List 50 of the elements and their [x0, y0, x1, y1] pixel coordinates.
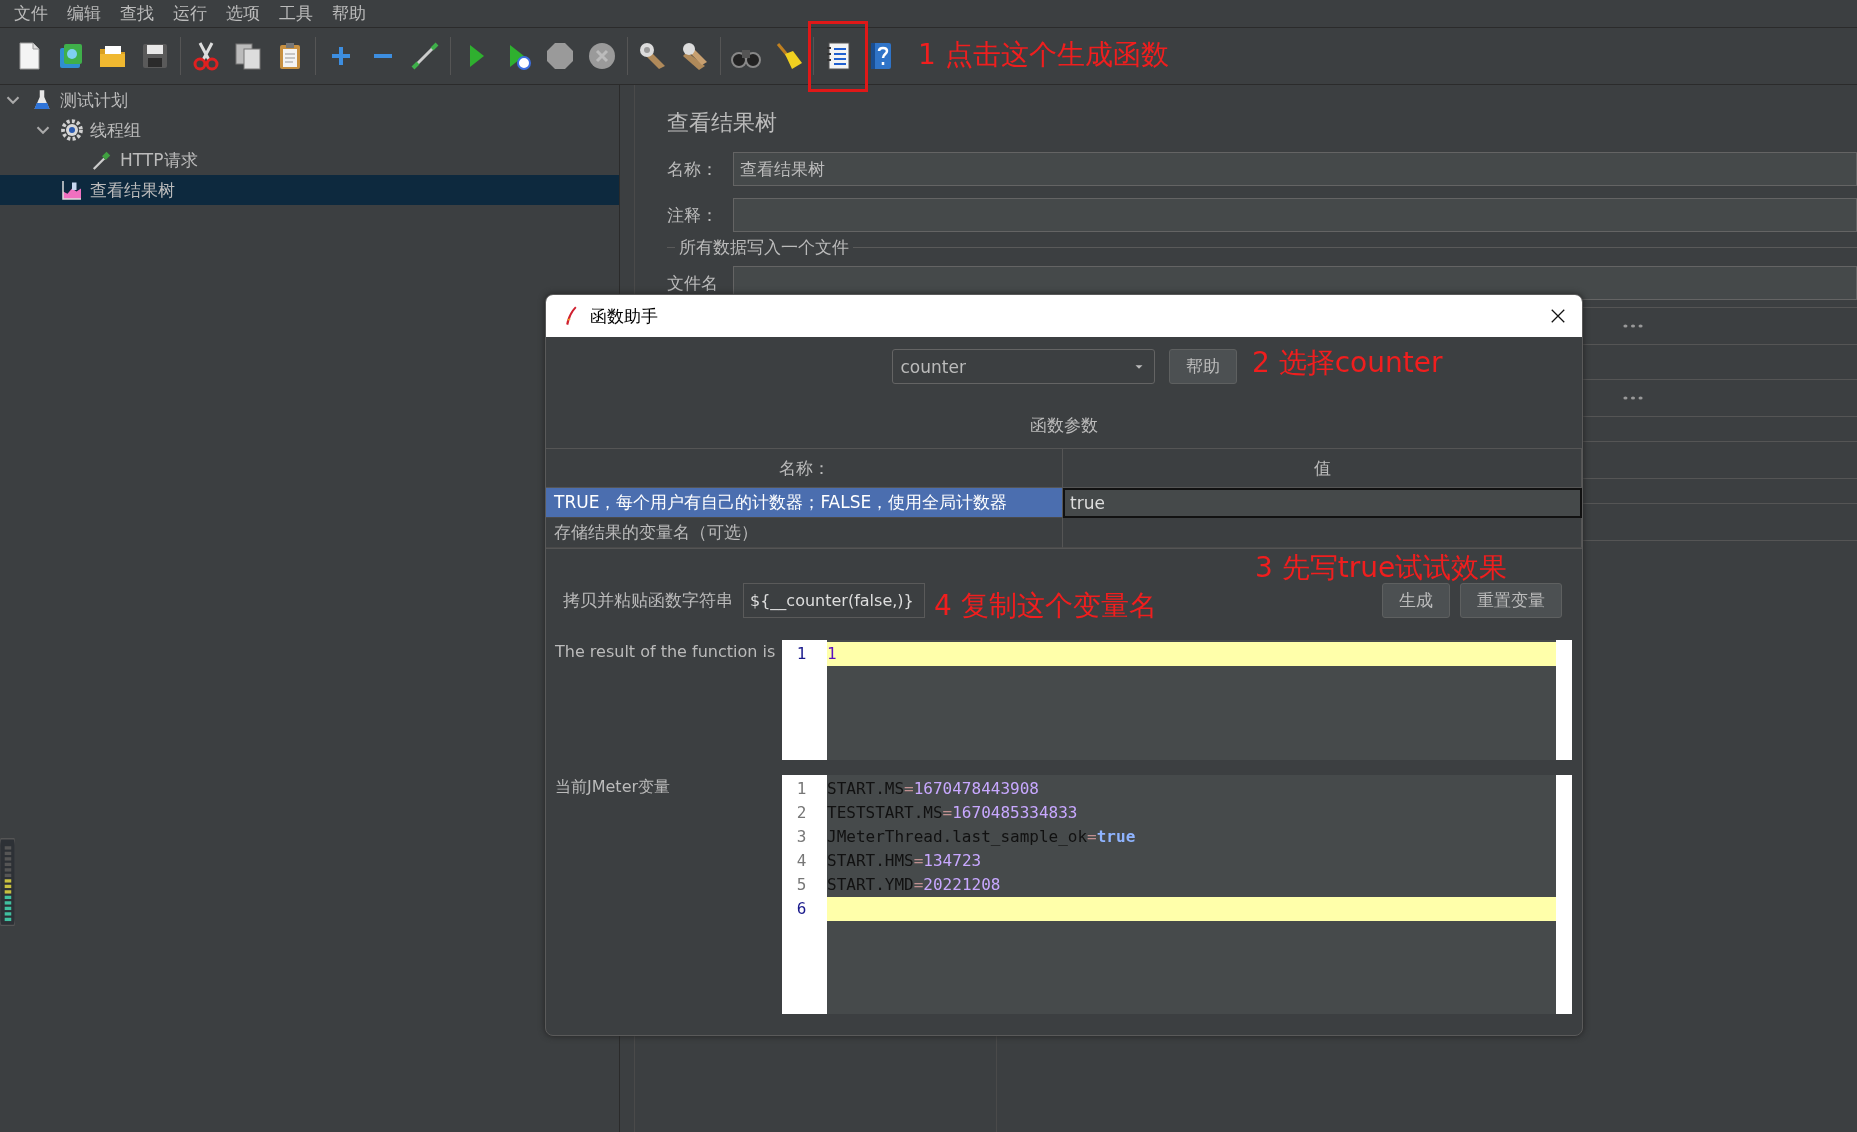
result-editor[interactable]: 1 1	[782, 640, 1572, 760]
dialog-title: 函数助手	[590, 304, 659, 328]
tree-item[interactable]: 查看结果树	[0, 175, 619, 205]
table-cell[interactable]: 存储结果的变量名（可选）	[546, 518, 1063, 548]
annotation-text: 4 复制这个变量名	[934, 588, 1157, 624]
tree-item[interactable]: HTTP请求	[0, 145, 619, 175]
group-title: 所有数据写入一个文件	[675, 237, 853, 257]
panel-title: 查看结果树	[667, 109, 778, 137]
generate-button[interactable]: 生成	[1382, 583, 1450, 618]
field-label: 文件名	[667, 271, 719, 295]
annotation-text: 1 点击这个生成函数	[918, 37, 1169, 73]
name-field[interactable]: 查看结果树	[733, 152, 1857, 186]
line-number: 1	[795, 643, 808, 665]
annotation-text: 2 选择counter	[1252, 345, 1443, 381]
editor-label: 当前JMeter变量	[554, 776, 672, 798]
menu-item[interactable]: 编辑	[59, 2, 112, 25]
line-number: 4	[795, 850, 808, 872]
tree-item[interactable]: 线程组	[0, 115, 619, 145]
menu-item[interactable]: 帮助	[324, 2, 377, 25]
menu-item[interactable]: 工具	[271, 2, 324, 25]
section-title: 函数参数	[1029, 414, 1099, 437]
code-line: TESTSTART.MS=1670485334833	[827, 802, 1079, 824]
reset-button[interactable]: 重置变量	[1460, 583, 1562, 618]
line-number: 1	[795, 778, 808, 800]
table-cell[interactable]: TRUE，每个用户有自己的计数器；FALSE，使用全局计数器	[546, 488, 1063, 518]
line-number: 2	[795, 802, 808, 824]
function-dropdown[interactable]: counter	[891, 349, 1155, 384]
code-line: JMeterThread.last_sample_ok=true	[827, 826, 1137, 848]
field-label: 注释：	[667, 203, 719, 227]
line-number: 5	[795, 874, 808, 896]
field-label: 名称：	[667, 157, 719, 181]
line-number: 6	[795, 898, 808, 920]
variables-editor[interactable]: 1 2 3 4 5 6 START.MS=1670478443908 TESTSTART.MS=1670485334833 JMeterThread.last_sample_ok=true START.HMS=134723 START.YMD=20221208	[782, 775, 1572, 1014]
line-number: 3	[795, 826, 808, 848]
menu-item[interactable]: 运行	[165, 2, 218, 25]
tree-item[interactable]: 测试计划	[0, 85, 619, 115]
code-line: START.HMS=134723	[827, 850, 983, 872]
help-button[interactable]: 帮助	[1168, 349, 1237, 384]
menu-item[interactable]: 选项	[218, 2, 271, 25]
menu-item[interactable]: 查找	[112, 2, 165, 25]
function-string-field[interactable]: ${__counter(false,)}	[743, 583, 925, 618]
editor-label: The result of the function is	[554, 641, 777, 663]
value-input[interactable]: true	[1063, 488, 1582, 518]
annotation-text: 3 先写true试试效果	[1255, 550, 1508, 586]
code-line: START.YMD=20221208	[827, 874, 1002, 896]
code-line: START.MS=1670478443908	[827, 778, 1040, 800]
field-label: 拷贝并粘贴函数字符串	[563, 589, 733, 612]
menu-item[interactable]: 文件	[6, 2, 59, 25]
column-header: 名称：	[546, 449, 1063, 487]
column-header: 值	[1063, 449, 1582, 487]
